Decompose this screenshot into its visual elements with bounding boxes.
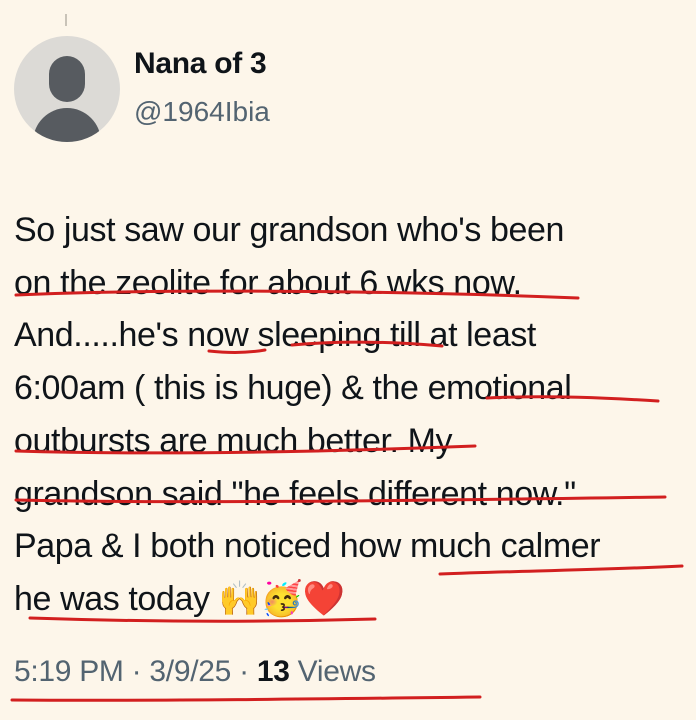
tweet-line: And.....he's now sleeping till at least [14,316,536,355]
date[interactable]: 3/9/25 [149,655,231,688]
author-display-name[interactable]: Nana of 3 [134,47,267,81]
emoji-raising-hands-partying-face-red-heart: 🙌🥳❤️ [218,578,345,619]
separator: · [131,655,142,688]
default-avatar-body [33,108,101,142]
author-handle[interactable]: @1964Ibia [134,96,270,128]
timestamp[interactable]: 5:19 PM [14,655,124,688]
tweet-line: Papa & I both noticed how much calmer [14,527,601,566]
underline-timestamp [10,695,482,702]
tweet-line: he was today [14,579,210,618]
tweet-line: on the zeolite for about 6 wks now. [14,263,522,302]
tweet-line: 6:00am ( this is huge) & the emotional [14,369,572,408]
views-count: 13 [256,655,290,688]
tweet-last-line: he was today 🙌🥳❤️ [14,573,692,626]
tweet-line: So just saw our grandson who's been [14,211,565,249]
avatar[interactable] [14,36,120,142]
default-avatar-head [49,56,85,102]
thread-connector [65,14,67,26]
tweet-text: So just saw our grandson who's been on t… [14,204,692,626]
separator: · [239,655,249,688]
tweet-meta: 5:19 PM · 3/9/25 · 13 Views [14,655,376,689]
tweet-line: outbursts are much better. My [14,421,453,460]
views-label: Views [297,655,376,688]
tweet-line: grandson said "he feels different now." [14,474,576,513]
